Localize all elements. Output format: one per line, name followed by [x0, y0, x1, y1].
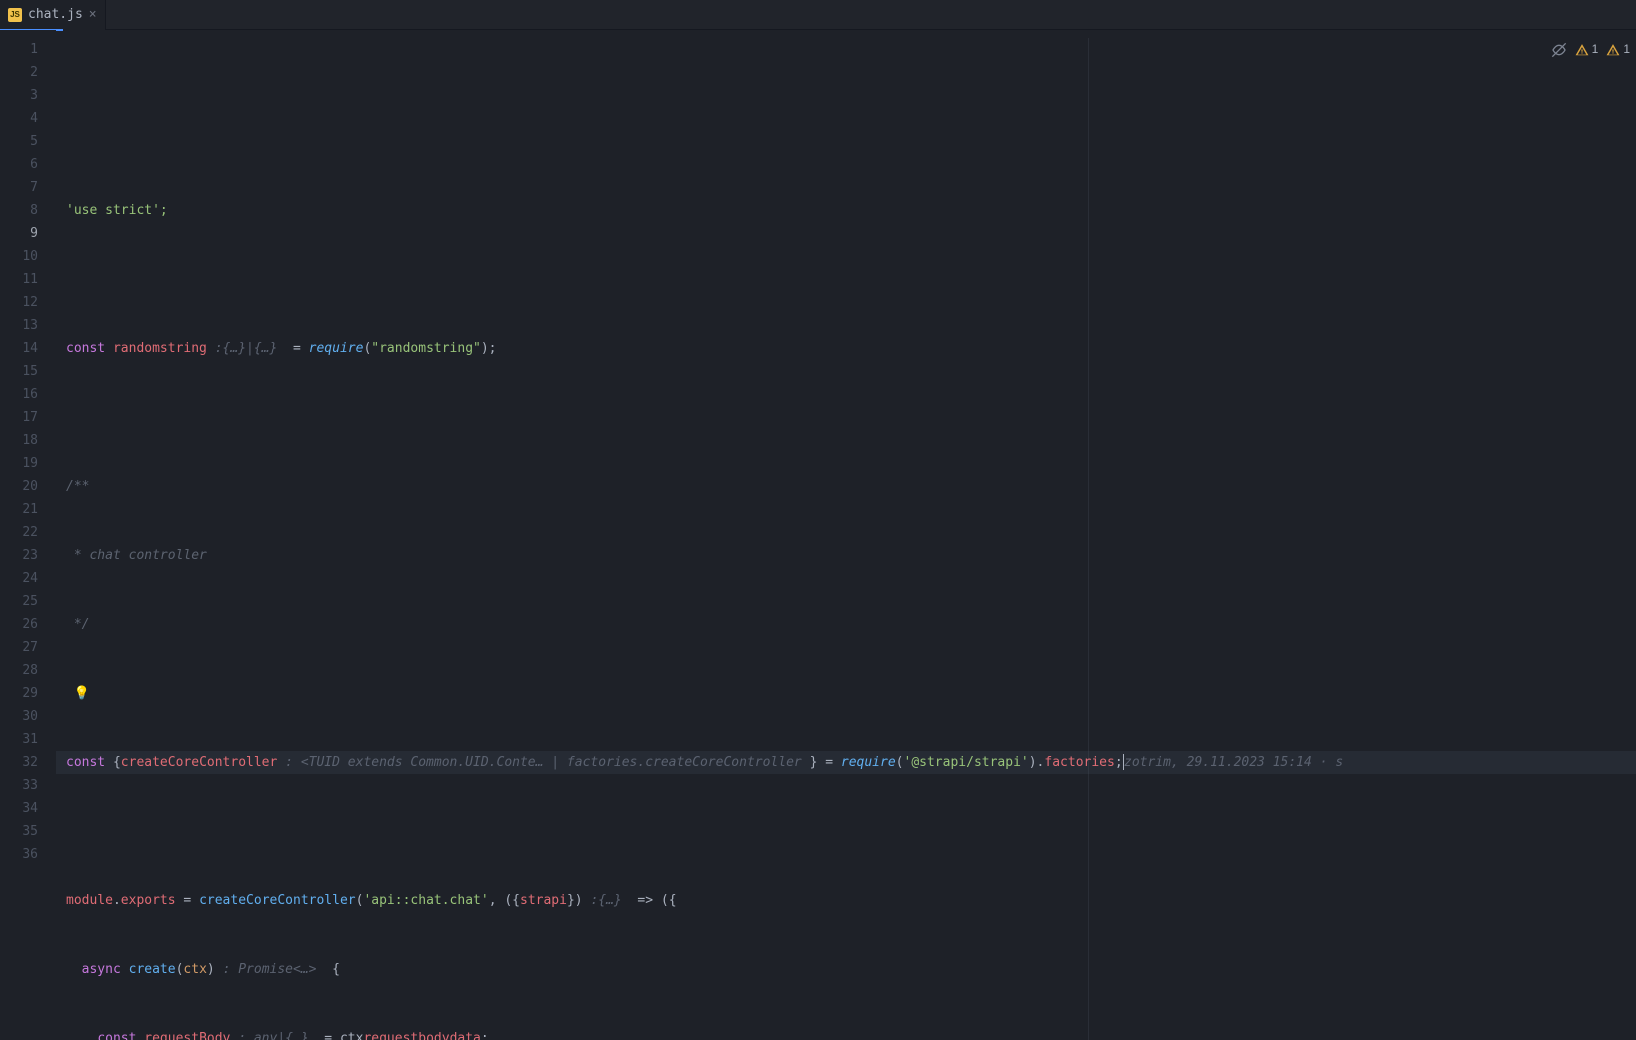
line-number[interactable]: 29	[0, 682, 38, 705]
js-file-icon: JS	[8, 8, 22, 22]
line-number[interactable]: 21	[0, 498, 38, 521]
line-number[interactable]: 12	[0, 291, 38, 314]
code-line[interactable]: async create(ctx) : Promise<…> {	[56, 958, 1636, 981]
tab-filename: chat.js	[28, 7, 83, 22]
line-number[interactable]: 4	[0, 107, 38, 130]
line-number[interactable]: 30	[0, 705, 38, 728]
code-line[interactable]	[56, 406, 1636, 429]
line-number[interactable]: 23	[0, 544, 38, 567]
line-number[interactable]: 25	[0, 590, 38, 613]
line-number[interactable]: 32	[0, 751, 38, 774]
warning-count-1: 1	[1592, 38, 1599, 61]
inspections-widget[interactable]: 1 1	[1551, 38, 1630, 61]
tab-bar: JS chat.js ×	[0, 0, 1636, 30]
line-number[interactable]: 7	[0, 176, 38, 199]
close-icon[interactable]: ×	[89, 7, 97, 22]
code-line[interactable]	[56, 820, 1636, 843]
line-number[interactable]: 2	[0, 61, 38, 84]
line-number[interactable]: 13	[0, 314, 38, 337]
reader-mode-icon[interactable]	[1551, 42, 1567, 58]
line-number[interactable]: 35	[0, 820, 38, 843]
line-number[interactable]: 31	[0, 728, 38, 751]
code-line[interactable]: const {createCoreController : <TUID exte…	[56, 751, 1636, 774]
line-number[interactable]: 15	[0, 360, 38, 383]
line-number[interactable]: 10	[0, 245, 38, 268]
line-number[interactable]: 19	[0, 452, 38, 475]
line-number[interactable]: 24	[0, 567, 38, 590]
line-number[interactable]: 6	[0, 153, 38, 176]
line-number[interactable]: 33	[0, 774, 38, 797]
line-number[interactable]: 11	[0, 268, 38, 291]
code-line[interactable]: /**	[56, 475, 1636, 498]
line-number[interactable]: 26	[0, 613, 38, 636]
code-area[interactable]: 1 1 'use strict'; const randomstring :{……	[56, 30, 1636, 1040]
line-gutter: 1234567891011121314151617181920212223242…	[0, 30, 56, 1040]
line-number[interactable]: 3	[0, 84, 38, 107]
line-number[interactable]: 5	[0, 130, 38, 153]
code-line[interactable]: * chat controller	[56, 544, 1636, 567]
code-line[interactable]: module.exports = createCoreController('a…	[56, 889, 1636, 912]
code-line[interactable]: const requestBody : any|{…} = ctxrequest…	[56, 1027, 1636, 1040]
code-line[interactable]: 'use strict';	[56, 199, 1636, 222]
intention-bulb-icon[interactable]: 💡	[74, 686, 90, 701]
code-line[interactable]: */	[56, 613, 1636, 636]
line-number[interactable]: 1	[0, 38, 38, 61]
ide-root: JS chat.js × 123456789101112131415161718…	[0, 0, 1636, 1040]
line-number[interactable]: 9	[0, 222, 38, 245]
code-line[interactable]: const randomstring :{…}|{…} = require("r…	[56, 337, 1636, 360]
line-number[interactable]: 34	[0, 797, 38, 820]
line-number[interactable]: 28	[0, 659, 38, 682]
line-number[interactable]: 22	[0, 521, 38, 544]
code-line[interactable]	[56, 268, 1636, 291]
line-number[interactable]: 8	[0, 199, 38, 222]
line-number[interactable]: 18	[0, 429, 38, 452]
tab-chat-js[interactable]: JS chat.js ×	[0, 0, 106, 30]
line-number[interactable]: 36	[0, 843, 38, 866]
line-number[interactable]: 20	[0, 475, 38, 498]
warning-indicator-1[interactable]: 1	[1575, 38, 1599, 61]
git-blame-annotation: zotrim, 29.11.2023 15:14 · s	[1124, 751, 1343, 774]
code-line[interactable]: 💡	[56, 682, 1636, 705]
line-number[interactable]: 14	[0, 337, 38, 360]
warning-indicator-2[interactable]: 1	[1606, 38, 1630, 61]
line-number[interactable]: 17	[0, 406, 38, 429]
editor[interactable]: 1234567891011121314151617181920212223242…	[0, 30, 1636, 1040]
line-number[interactable]: 27	[0, 636, 38, 659]
line-number[interactable]: 16	[0, 383, 38, 406]
warning-count-2: 1	[1623, 38, 1630, 61]
